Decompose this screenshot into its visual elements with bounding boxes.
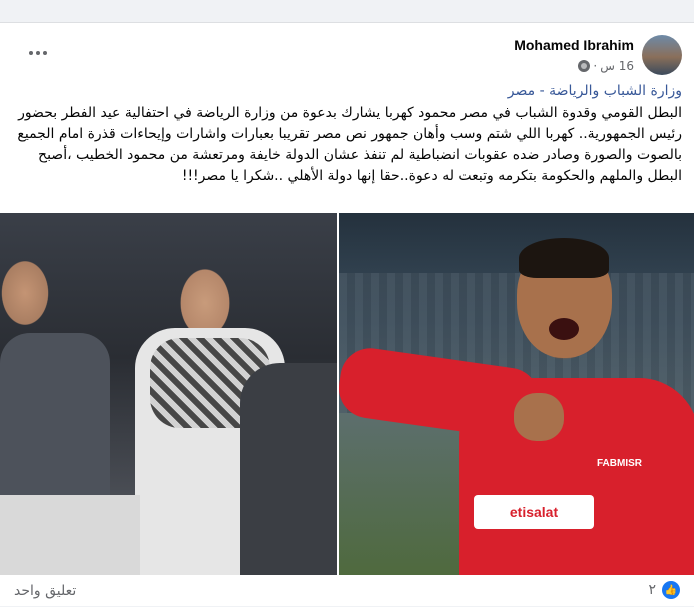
tagged-page-link[interactable]: وزارة الشباب والرياضة - مصر — [508, 83, 682, 99]
author-avatar[interactable] — [642, 35, 682, 75]
photo-right[interactable]: etisalat FABMISR — [339, 213, 694, 575]
post-time[interactable]: 16 س — [600, 59, 634, 73]
author-name[interactable]: Mohamed Ibrahim — [514, 37, 634, 53]
photo-left[interactable] — [0, 213, 337, 575]
dot-icon — [43, 51, 47, 55]
reactions-summary[interactable]: 👍 ٢ — [648, 581, 680, 599]
comments-count-link[interactable]: تعليق واحد — [14, 583, 76, 599]
more-options-button[interactable] — [22, 41, 54, 65]
post-footer: تعليق واحد 👍 ٢ — [0, 575, 694, 607]
post-header: Mohamed Ibrahim 16 س · — [0, 31, 694, 83]
sponsor-logo-2: FABMISR — [597, 458, 642, 469]
dot-icon — [36, 51, 40, 55]
post-card: Mohamed Ibrahim 16 س · وزارة الشباب والر… — [0, 22, 694, 606]
sponsor-logo: etisalat — [474, 495, 594, 529]
post-photos: etisalat FABMISR — [0, 213, 694, 575]
post-text: البطل القومي وقدوة الشباب في مصر محمود ك… — [17, 105, 682, 184]
dot-icon — [29, 51, 33, 55]
post-meta: 16 س · — [578, 59, 634, 73]
reaction-count: ٢ — [648, 582, 656, 598]
globe-icon[interactable] — [578, 60, 591, 72]
like-icon: 👍 — [662, 581, 680, 599]
